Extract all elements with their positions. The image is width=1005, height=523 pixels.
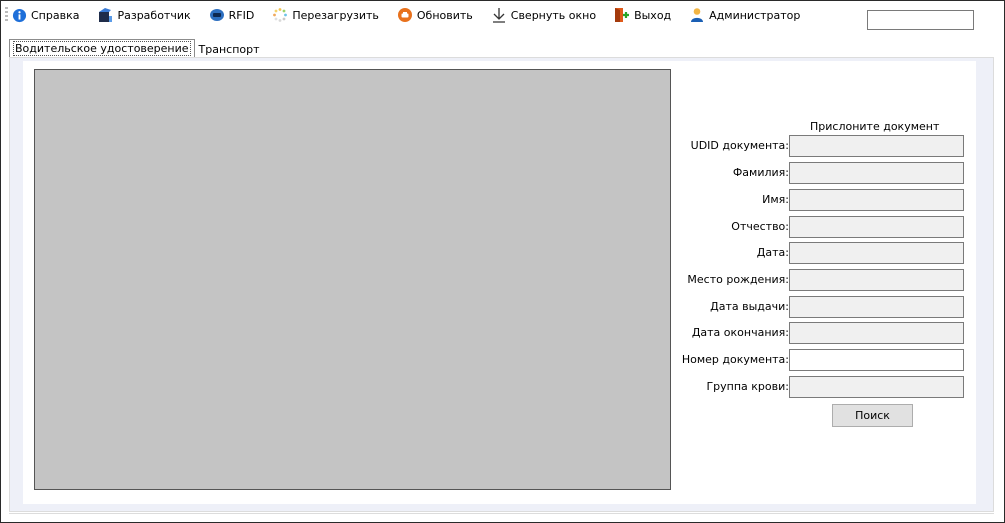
tab-label: Транспорт: [198, 42, 260, 56]
date-field[interactable]: [789, 242, 964, 264]
exit-icon: [615, 8, 630, 22]
form-row-document-number: Номер документа:: [661, 349, 964, 371]
update-icon: [397, 8, 412, 22]
form-row-date: Дата:: [661, 242, 964, 264]
field-label: Место рождения:: [687, 273, 789, 286]
form-row-expiry-date: Дата окончания:: [661, 322, 964, 344]
tab-transport[interactable]: Транспорт: [194, 41, 264, 57]
toolbar-item-label: Выход: [634, 8, 672, 22]
form-row-issue-date: Дата выдачи:: [661, 296, 964, 318]
toolbar-item-help[interactable]: Справка: [12, 8, 79, 23]
toolbar-item-label: Разработчик: [117, 8, 191, 22]
form-row-blood-group: Группа крови:: [661, 376, 964, 398]
toolbar-item-exit[interactable]: Выход: [614, 7, 671, 23]
field-label: Дата выдачи:: [710, 300, 789, 313]
toolbar-item-label: RFID: [228, 8, 255, 22]
form-row-surname: Фамилия:: [661, 162, 964, 184]
bottom-border: [9, 513, 994, 514]
field-label: Дата:: [756, 246, 789, 259]
app-window: Справка Разработчик RFID Перезагрузить О…: [0, 0, 1005, 523]
field-label: Дата окончания:: [691, 326, 789, 339]
form-row-name: Имя:: [661, 189, 964, 211]
birthplace-field[interactable]: [789, 269, 964, 291]
search-button[interactable]: Поиск: [832, 404, 913, 427]
form-row-udid: UDID документа:: [661, 135, 964, 157]
toolbar-item-label: Администратор: [709, 8, 801, 22]
toolbar-grip[interactable]: [5, 7, 8, 23]
minimize-icon: [492, 8, 505, 23]
info-icon: [12, 8, 27, 22]
document-image-preview: [34, 69, 671, 490]
field-label: UDID документа:: [690, 139, 789, 152]
developer-icon: [99, 8, 113, 22]
field-label: Группа крови:: [706, 380, 789, 393]
field-label: Номер документа:: [681, 353, 789, 366]
toolbar-item-rfid[interactable]: RFID: [209, 8, 255, 22]
toolbar-item-update[interactable]: Обновить: [397, 7, 473, 23]
surname-field[interactable]: [789, 162, 964, 184]
field-label: Отчество:: [731, 220, 789, 233]
toolbar: Справка Разработчик RFID Перезагрузить О…: [1, 1, 1004, 30]
document-number-field[interactable]: [789, 349, 964, 371]
field-label: Имя:: [762, 193, 789, 206]
search-button-label: Поиск: [855, 409, 890, 422]
issue-date-field[interactable]: [789, 296, 964, 318]
expiry-date-field[interactable]: [789, 322, 964, 344]
toolbar-item-label: Свернуть окно: [510, 8, 597, 22]
tab-drivers-license[interactable]: Водительское удостоверение: [9, 39, 195, 57]
toolbar-item-minimize[interactable]: Свернуть окно: [491, 7, 596, 23]
field-label: Фамилия:: [732, 166, 789, 179]
toolbar-item-reload[interactable]: Перезагрузить: [272, 7, 379, 23]
toolbar-item-label: Перезагрузить: [292, 8, 379, 22]
toolbar-item-label: Справка: [31, 8, 80, 22]
tab-label: Водительское удостоверение: [13, 41, 191, 56]
patronymic-field[interactable]: [789, 216, 964, 238]
tab-strip: Водительское удостоверение Транспорт: [9, 39, 264, 57]
toolbar-item-label: Обновить: [416, 8, 473, 22]
user-icon: [691, 8, 704, 22]
scan-prompt: Прислоните документ: [810, 120, 940, 133]
reload-icon: [273, 8, 288, 22]
form-row-patronymic: Отчество:: [661, 216, 964, 238]
name-field[interactable]: [789, 189, 964, 211]
toolbar-item-admin[interactable]: Администратор: [689, 7, 800, 23]
form-row-birthplace: Место рождения:: [661, 269, 964, 291]
udid-field[interactable]: [789, 135, 964, 157]
blood-group-field[interactable]: [789, 376, 964, 398]
toolbar-search-input[interactable]: [867, 10, 974, 30]
toolbar-item-developer[interactable]: Разработчик: [97, 7, 191, 23]
rfid-icon: [209, 9, 224, 21]
